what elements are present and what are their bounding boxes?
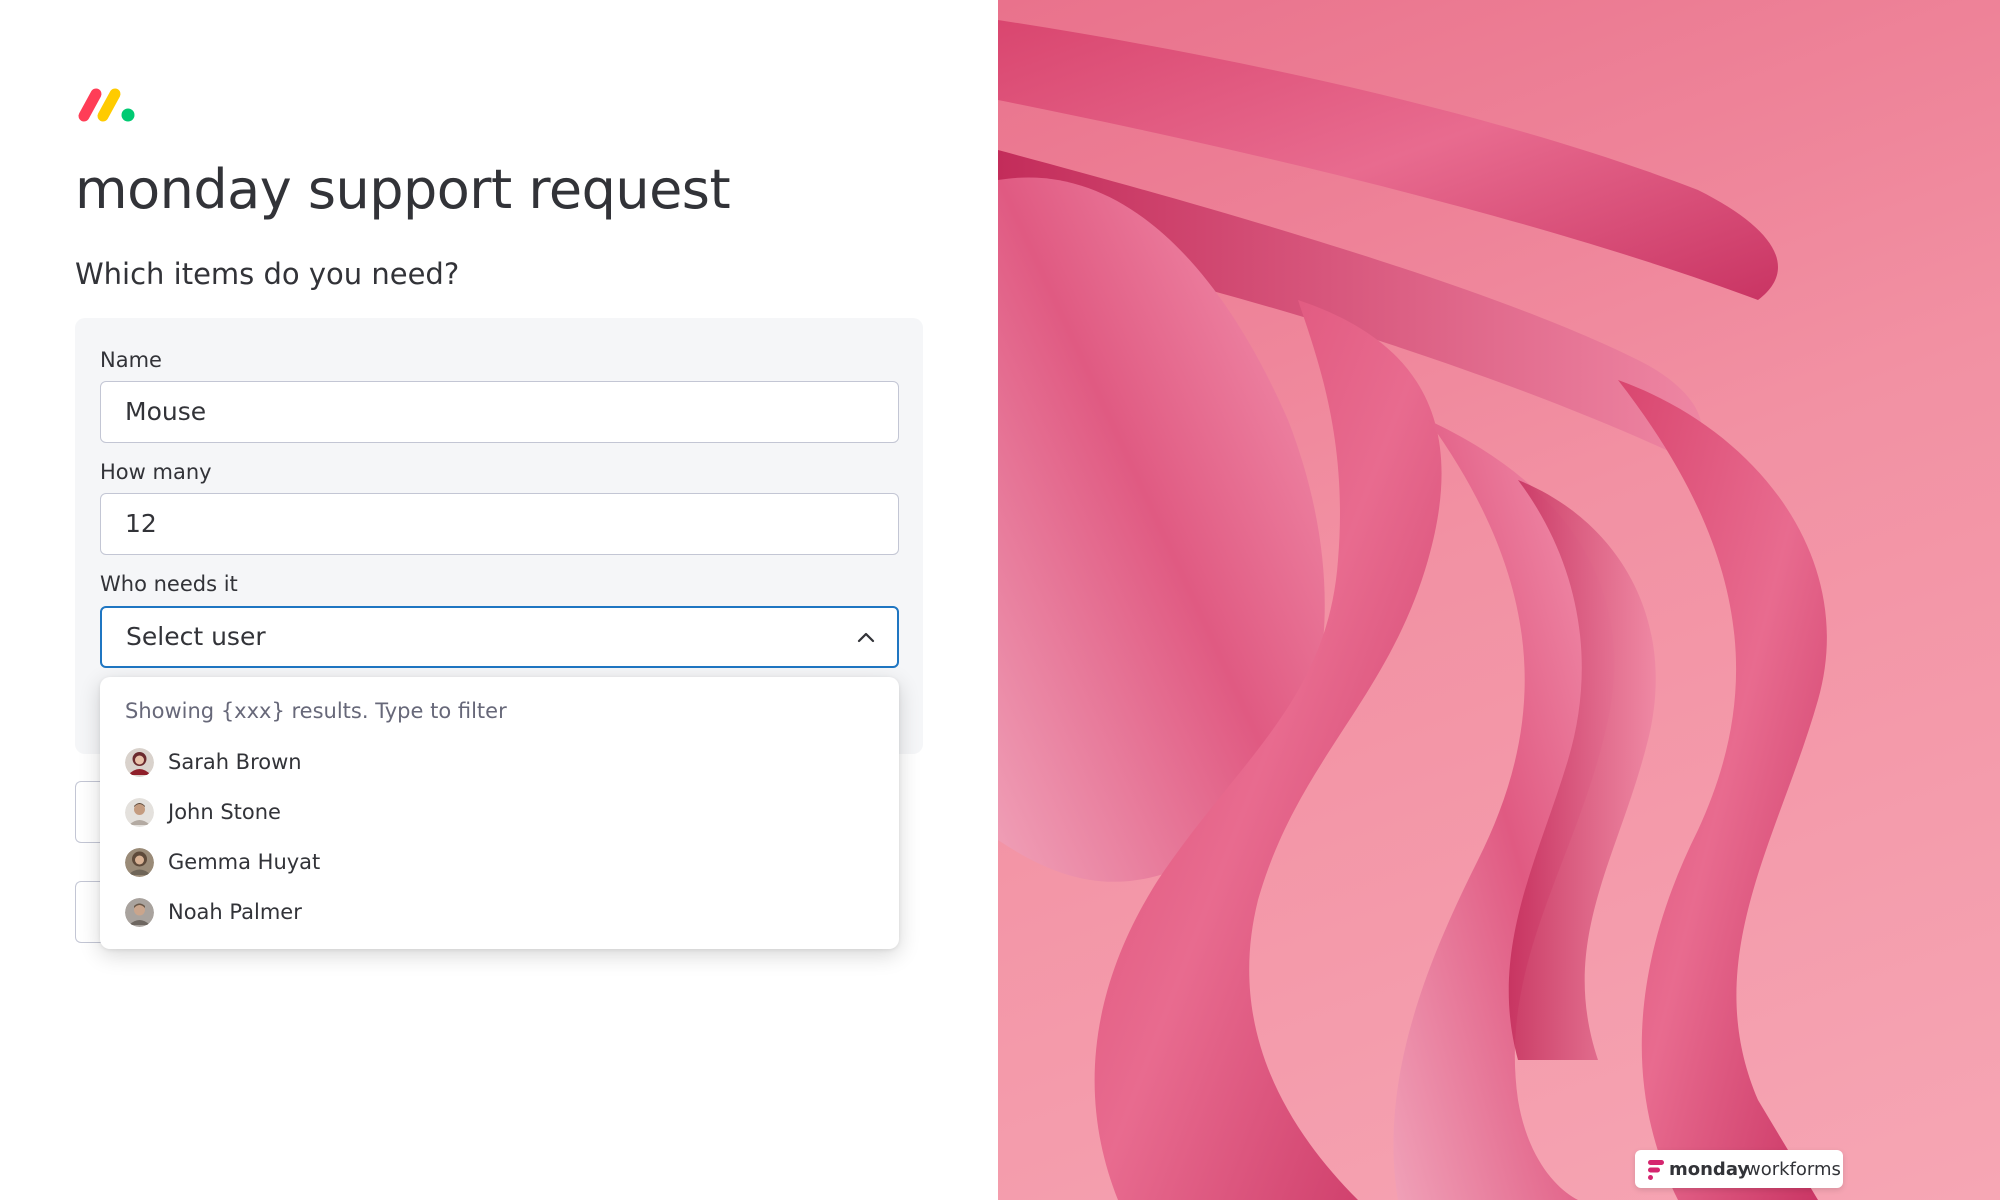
how-many-value: 12 — [125, 509, 157, 538]
page-title: monday support request — [75, 158, 731, 221]
avatar — [125, 748, 154, 777]
who-needs-it-label: Who needs it — [100, 572, 238, 596]
chevron-up-icon[interactable] — [855, 626, 877, 648]
avatar — [125, 798, 154, 827]
name-label: Name — [100, 348, 162, 372]
dropdown-option-john-stone[interactable]: John Stone — [125, 795, 865, 831]
user-name: Sarah Brown — [168, 750, 302, 774]
how-many-label: How many — [100, 460, 212, 484]
user-dropdown-menu: Showing {xxx} results. Type to filter Sa… — [100, 677, 899, 949]
user-name: Noah Palmer — [168, 900, 302, 924]
workforms-logo-icon — [1648, 1160, 1664, 1180]
form-pane: monday support request Which items do yo… — [0, 0, 998, 1200]
avatar — [125, 898, 154, 927]
avatar — [125, 848, 154, 877]
hero-image — [998, 0, 2000, 1200]
name-field[interactable]: Mouse — [100, 381, 899, 443]
dropdown-option-noah-palmer[interactable]: Noah Palmer — [125, 895, 865, 931]
dropdown-option-gemma-huyat[interactable]: Gemma Huyat — [125, 845, 865, 881]
form-question: Which items do you need? — [75, 257, 460, 291]
dropdown-hint: Showing {xxx} results. Type to filter — [125, 699, 507, 723]
pink-ribbon-artwork — [998, 20, 1827, 1200]
dropdown-option-sarah-brown[interactable]: Sarah Brown — [125, 745, 865, 781]
how-many-field[interactable]: 12 — [100, 493, 899, 555]
user-select[interactable]: Select user — [100, 606, 899, 668]
monday-logo-icon — [78, 88, 135, 122]
user-select-placeholder: Select user — [126, 622, 266, 651]
name-value: Mouse — [125, 397, 207, 426]
user-name: Gemma Huyat — [168, 850, 321, 874]
badge-brand: monday — [1669, 1159, 1750, 1180]
user-name: John Stone — [168, 800, 281, 824]
badge-product: workforms — [1746, 1159, 1841, 1180]
workforms-badge[interactable]: monday workforms — [1635, 1150, 1843, 1188]
